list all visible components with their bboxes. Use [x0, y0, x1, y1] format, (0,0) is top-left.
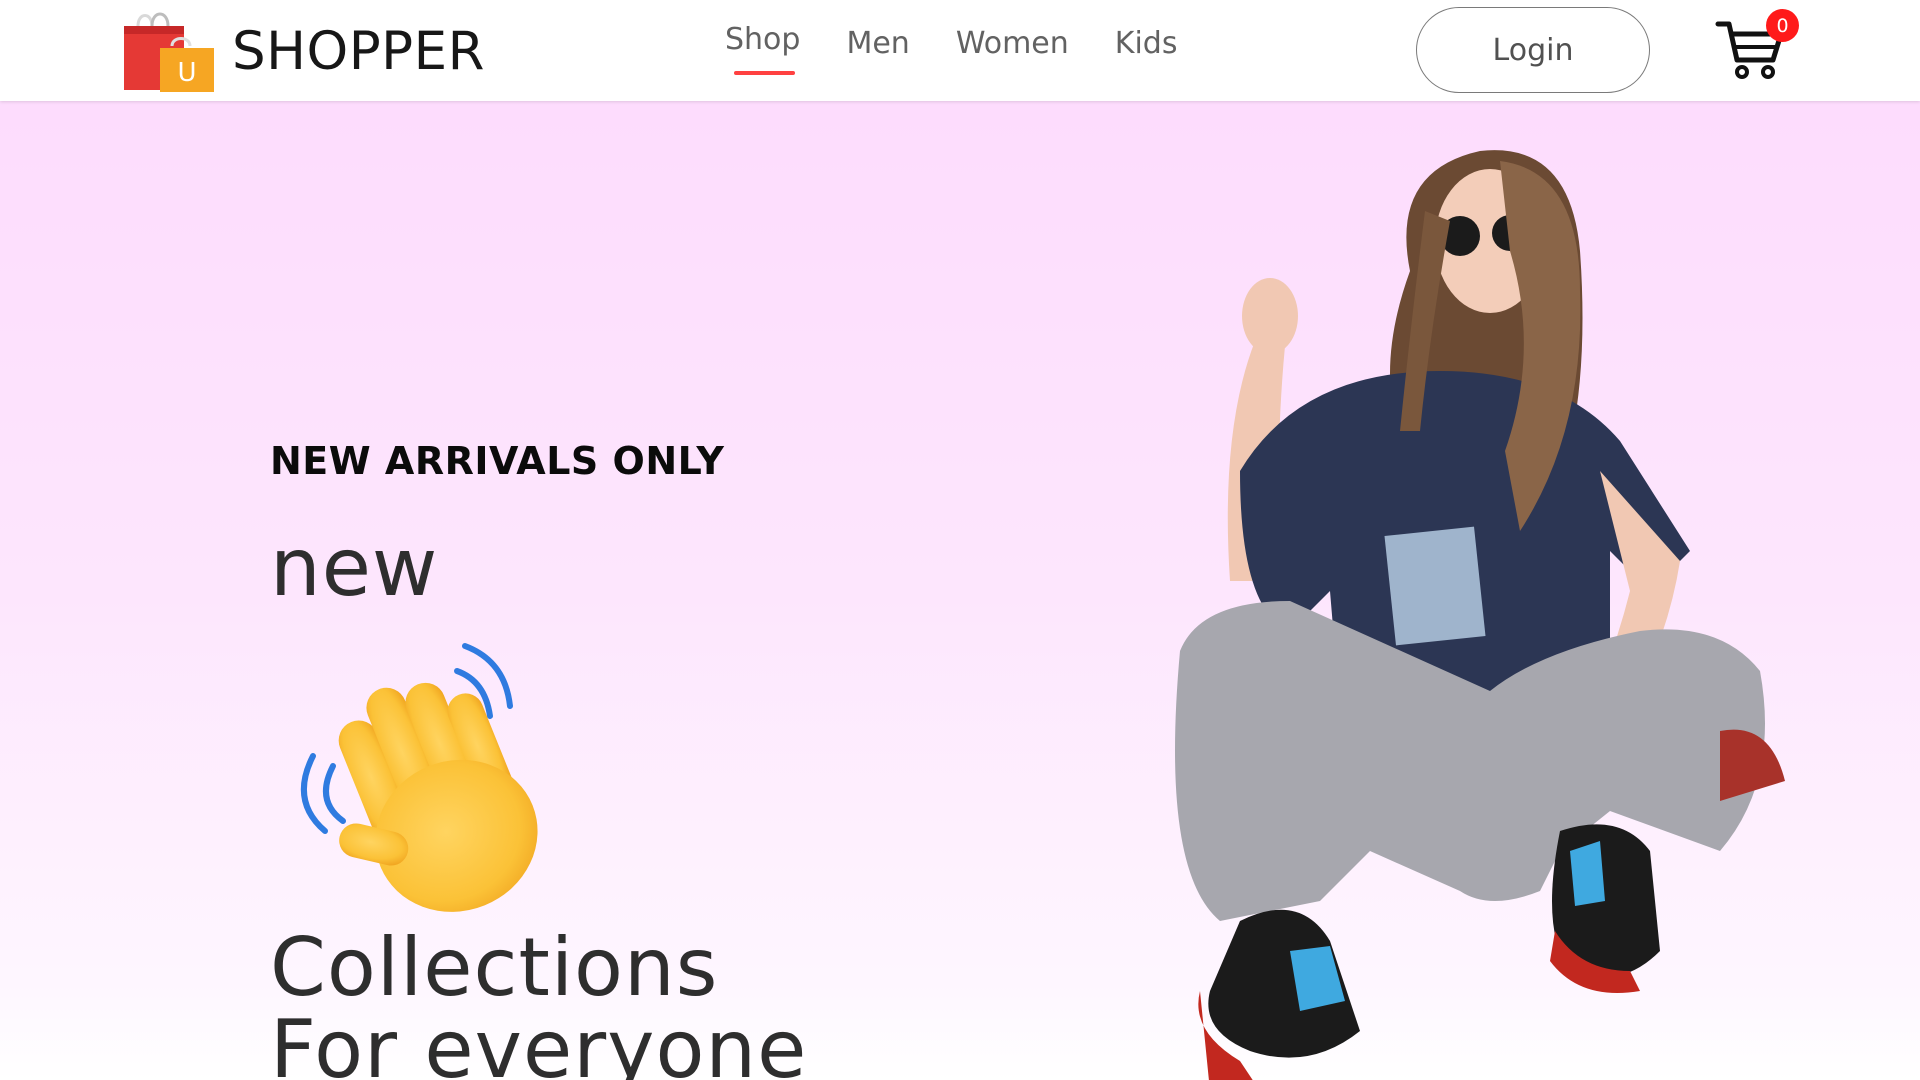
nav-item-women[interactable]: Women: [956, 26, 1069, 71]
nav-item-label: Men: [846, 26, 910, 61]
navbar: U SHOPPER Shop Men Women Kids Login 0: [0, 0, 1920, 101]
hero-word-new: new: [270, 521, 439, 614]
brand-name: SHOPPER: [232, 20, 485, 82]
hero-model-image: [1175, 150, 1785, 1080]
nav-item-label: Shop: [725, 22, 801, 57]
hero-title-line-2: For everyone: [270, 1003, 808, 1080]
nav-item-kids[interactable]: Kids: [1115, 26, 1178, 71]
waving-hand-icon: [300, 643, 538, 912]
svg-text:U: U: [177, 58, 196, 88]
login-button[interactable]: Login: [1416, 7, 1650, 93]
hero-title-line-1: Collections: [270, 921, 719, 1014]
shopping-bags-icon: U: [124, 12, 214, 92]
nav-item-label: Women: [955, 26, 1069, 61]
nav-item-men[interactable]: Men: [846, 26, 909, 71]
nav-item-shop[interactable]: Shop: [725, 22, 801, 75]
brand-logo[interactable]: U SHOPPER: [122, 8, 485, 94]
hero-label: NEW ARRIVALS ONLY: [270, 439, 725, 483]
active-underline: [734, 71, 795, 75]
cart-count-badge: 0: [1766, 9, 1799, 42]
hero-section: NEW ARRIVALS ONLY new Collections For ev…: [0, 101, 1920, 1080]
nav-item-label: Kids: [1114, 26, 1178, 61]
main-nav: Shop Men Women Kids: [725, 22, 1223, 75]
